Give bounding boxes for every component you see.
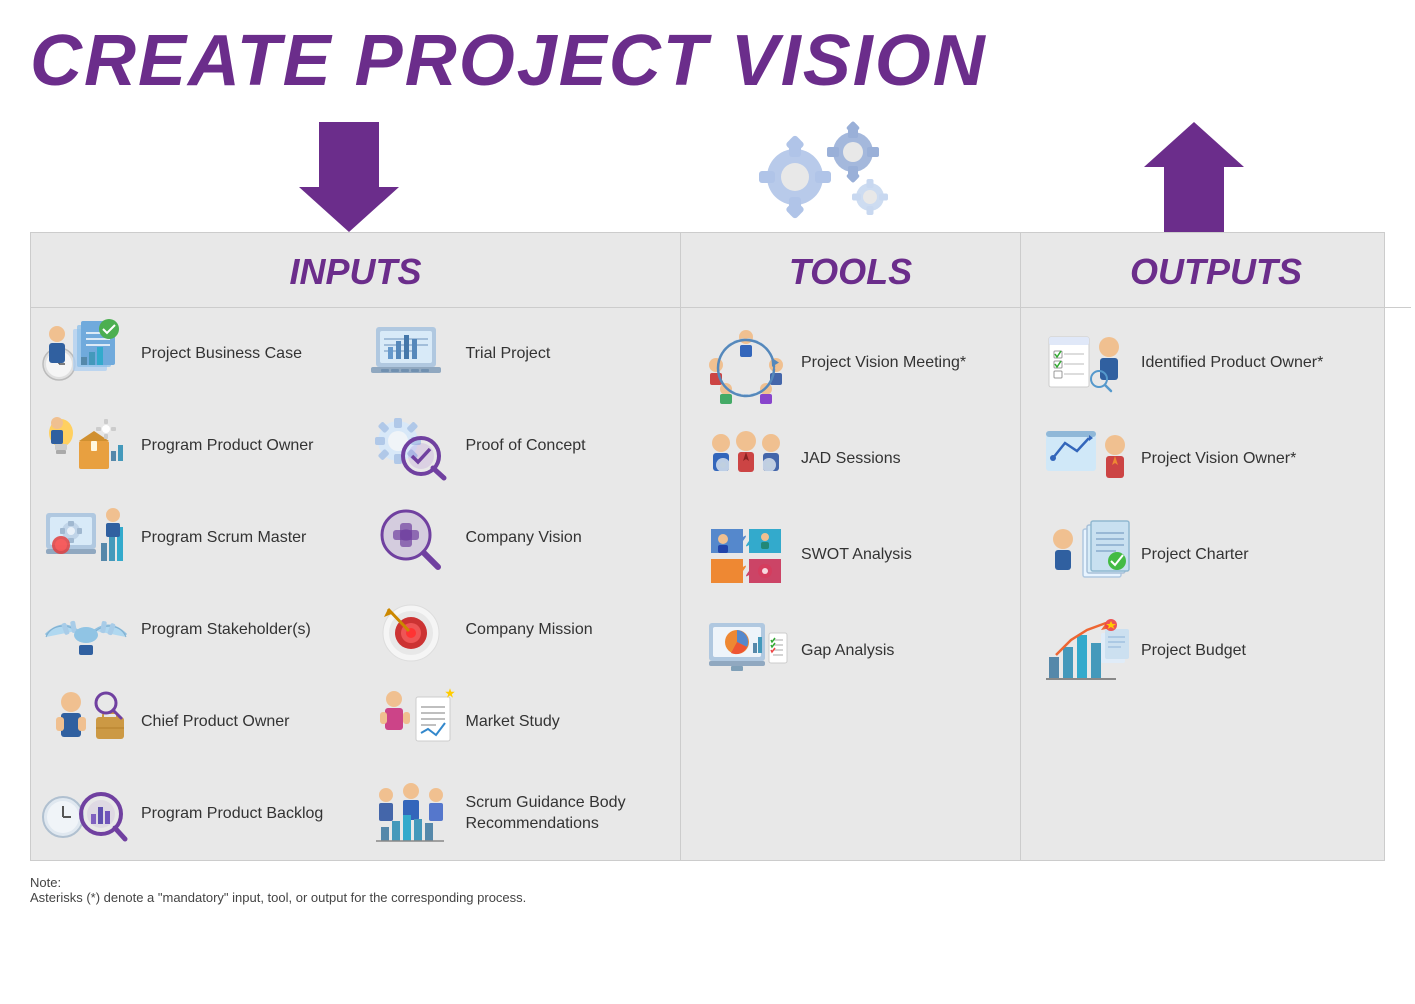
main-grid: INPUTS bbox=[30, 232, 1385, 861]
list-item: Project Budget bbox=[1031, 606, 1401, 696]
trial-project-label: Trial Project bbox=[466, 344, 551, 365]
list-item: Company Vision bbox=[356, 492, 681, 584]
program-stakeholder-icon bbox=[41, 594, 131, 666]
program-product-backlog-icon bbox=[41, 778, 131, 850]
list-item: Program Product Owner bbox=[31, 400, 356, 492]
swot-analysis-label: SWOT Analysis bbox=[801, 545, 912, 566]
market-study-label: Market Study bbox=[466, 712, 560, 733]
tools-header: TOOLS bbox=[681, 233, 1020, 308]
list-item: Identified Product Owner* bbox=[1031, 318, 1401, 408]
scrum-guidance-body-label: Scrum Guidance Body Recommendations bbox=[466, 793, 671, 835]
list-item: Project Business Case bbox=[31, 308, 356, 400]
company-mission-icon bbox=[366, 594, 456, 666]
list-item: Proof of Concept bbox=[356, 400, 681, 492]
project-charter-label: Project Charter bbox=[1141, 545, 1249, 566]
inputs-column: INPUTS bbox=[31, 233, 681, 860]
identified-product-owner-label: Identified Product Owner* bbox=[1141, 353, 1323, 374]
list-item: JAD Sessions bbox=[691, 414, 1010, 504]
arrows-row bbox=[30, 112, 1385, 232]
program-stakeholder-label: Program Stakeholder(s) bbox=[141, 620, 311, 641]
list-item: SWOT Analysis bbox=[691, 510, 1010, 600]
company-vision-icon bbox=[366, 502, 456, 574]
list-item: Market Study bbox=[356, 676, 681, 768]
tools-list: Project Vision Meeting* bbox=[681, 308, 1020, 706]
trial-project-icon bbox=[366, 318, 456, 390]
note-text: Asterisks (*) denote a "mandatory" input… bbox=[30, 890, 1385, 905]
gap-analysis-icon bbox=[701, 615, 791, 687]
jad-sessions-icon bbox=[701, 423, 791, 495]
program-product-owner-icon bbox=[41, 410, 131, 482]
project-business-case-icon bbox=[41, 318, 131, 390]
project-vision-meeting-label: Project Vision Meeting* bbox=[801, 353, 966, 374]
program-scrum-master-label: Program Scrum Master bbox=[141, 528, 306, 549]
tools-column: TOOLS bbox=[681, 233, 1021, 860]
list-item: Scrum Guidance Body Recommendations bbox=[356, 768, 681, 860]
program-product-owner-label: Program Product Owner bbox=[141, 436, 314, 457]
up-arrow-icon bbox=[1144, 122, 1244, 232]
proof-of-concept-icon bbox=[366, 410, 456, 482]
list-item: Company Mission bbox=[356, 584, 681, 676]
company-mission-label: Company Mission bbox=[466, 620, 593, 641]
project-budget-label: Project Budget bbox=[1141, 641, 1246, 662]
gears-icon bbox=[765, 122, 905, 232]
list-item: Project Vision Meeting* bbox=[691, 318, 1010, 408]
page-title: CREATE PROJECT VISION bbox=[30, 20, 1385, 102]
proof-of-concept-label: Proof of Concept bbox=[466, 436, 586, 457]
list-item: Project Charter bbox=[1031, 510, 1401, 600]
chief-product-owner-label: Chief Product Owner bbox=[141, 712, 290, 733]
jad-sessions-label: JAD Sessions bbox=[801, 449, 901, 470]
list-item: Program Scrum Master bbox=[31, 492, 356, 584]
list-item: Chief Product Owner bbox=[31, 676, 356, 768]
swot-analysis-icon bbox=[701, 519, 791, 591]
scrum-guidance-body-icon bbox=[366, 778, 456, 850]
project-vision-meeting-icon bbox=[701, 327, 791, 399]
identified-product-owner-icon bbox=[1041, 327, 1131, 399]
gap-analysis-label: Gap Analysis bbox=[801, 641, 894, 662]
program-scrum-master-icon bbox=[41, 502, 131, 574]
chief-product-owner-icon bbox=[41, 686, 131, 758]
project-vision-owner-icon bbox=[1041, 423, 1131, 495]
list-item: Program Product Backlog bbox=[31, 768, 356, 860]
project-business-case-label: Project Business Case bbox=[141, 344, 302, 365]
list-item: Trial Project bbox=[356, 308, 681, 400]
list-item: Program Stakeholder(s) bbox=[31, 584, 356, 676]
down-arrow-icon bbox=[299, 122, 399, 232]
market-study-icon bbox=[366, 686, 456, 758]
program-product-backlog-label: Program Product Backlog bbox=[141, 804, 323, 825]
project-budget-icon bbox=[1041, 615, 1131, 687]
outputs-column: OUTPUTS bbox=[1021, 233, 1411, 860]
list-item: Gap Analysis bbox=[691, 606, 1010, 696]
note-title: Note: bbox=[30, 875, 1385, 890]
inputs-list: Project Business Case bbox=[31, 308, 680, 860]
inputs-header: INPUTS bbox=[31, 233, 680, 308]
project-vision-owner-label: Project Vision Owner* bbox=[1141, 449, 1296, 470]
outputs-list: Identified Product Owner* bbox=[1021, 308, 1411, 706]
outputs-header: OUTPUTS bbox=[1021, 233, 1411, 308]
note-section: Note: Asterisks (*) denote a "mandatory"… bbox=[30, 875, 1385, 905]
project-charter-icon bbox=[1041, 519, 1131, 591]
company-vision-label: Company Vision bbox=[466, 528, 582, 549]
list-item: Project Vision Owner* bbox=[1031, 414, 1401, 504]
